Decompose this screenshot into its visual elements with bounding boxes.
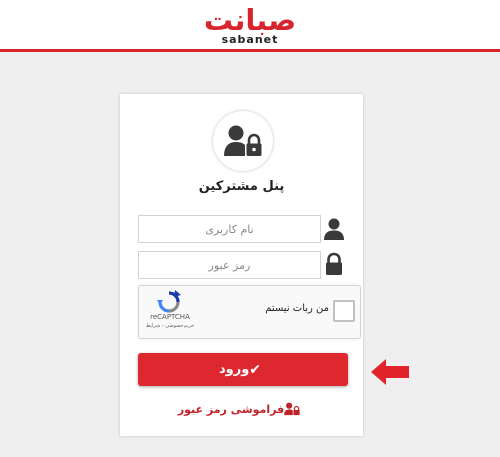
- site-logo-subtext: sabanet: [221, 33, 279, 46]
- check-icon: ✔: [249, 361, 262, 378]
- password-input[interactable]: [138, 251, 321, 279]
- user-lock-icon: [284, 402, 300, 416]
- forgot-password-label: فراموشی رمز عبور: [177, 402, 285, 416]
- site-header: صبانت sabanet: [0, 0, 500, 52]
- lock-icon: [323, 252, 345, 276]
- arrow-left-icon: [371, 359, 409, 389]
- recaptcha-label: من ربات نیستم: [265, 303, 329, 314]
- recaptcha-checkbox[interactable]: [333, 300, 355, 322]
- user-lock-icon: [224, 125, 262, 156]
- login-button[interactable]: ✔ ورود: [138, 353, 348, 386]
- recaptcha-brand: reCAPTCHA: [150, 313, 190, 321]
- login-panel: پنل مشترکین من ربات نیستم reCAPTCHA حریم…: [120, 94, 363, 436]
- login-button-label: ورود: [218, 362, 250, 377]
- avatar: [213, 111, 273, 171]
- site-logo[interactable]: صبانت: [170, 4, 330, 36]
- recaptcha-widget: من ربات نیستم reCAPTCHA حریم‌خصوصی - شرا…: [138, 285, 361, 339]
- forgot-password-link[interactable]: فراموشی رمز عبور: [160, 402, 323, 416]
- panel-title: پنل مشترکین: [198, 179, 285, 194]
- recaptcha-terms-link[interactable]: حریم‌خصوصی - شرایط: [141, 323, 199, 330]
- username-input[interactable]: [138, 215, 321, 243]
- user-icon: [323, 217, 345, 241]
